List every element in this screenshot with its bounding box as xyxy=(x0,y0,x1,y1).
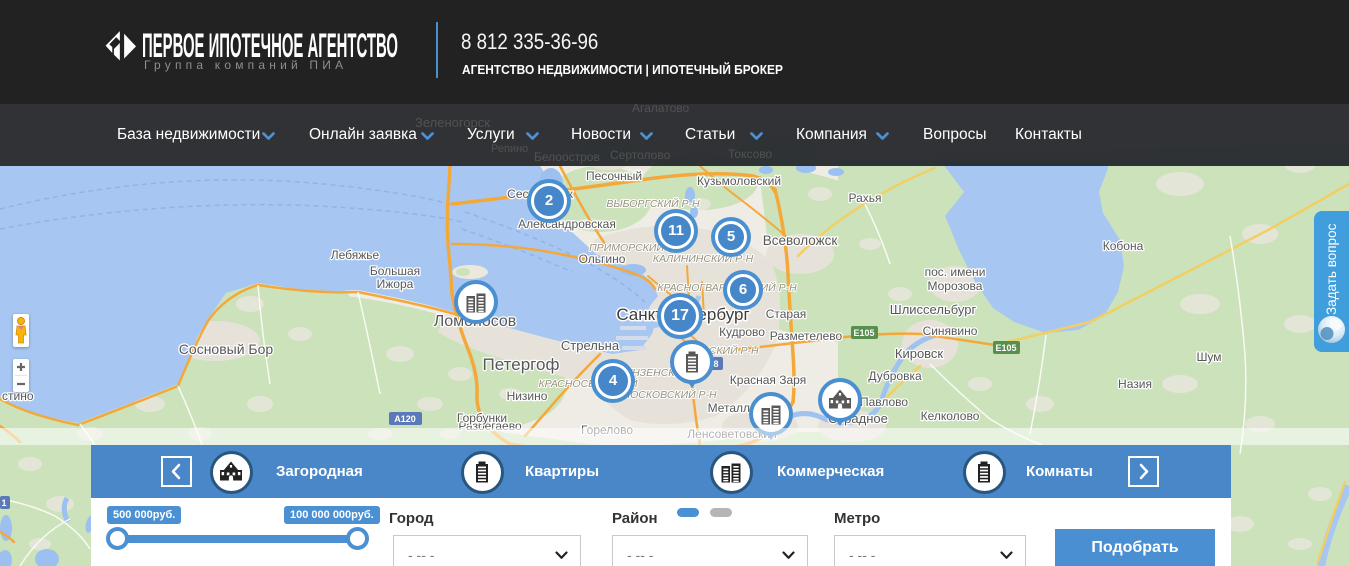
svg-text:Морозова: Морозова xyxy=(928,279,983,293)
svg-text:Е105: Е105 xyxy=(853,328,874,338)
svg-text:Синявино: Синявино xyxy=(923,324,978,338)
svg-text:1: 1 xyxy=(1,498,6,508)
svg-text:Горбунки: Горбунки xyxy=(457,411,507,425)
svg-text:Красная Заря: Красная Заря xyxy=(730,373,806,387)
svg-text:Старая: Старая xyxy=(766,307,807,321)
svg-text:Павлово: Павлово xyxy=(860,395,908,409)
svg-text:КАЛИНИНСКИЙ Р-Н: КАЛИНИНСКИЙ Р-Н xyxy=(653,252,754,265)
svg-text:Кузьмоловский: Кузьмоловский xyxy=(697,174,781,188)
svg-text:Низино: Низино xyxy=(507,389,548,403)
svg-text:Шлиссельбург: Шлиссельбург xyxy=(890,302,977,317)
svg-text:Песочный: Песочный xyxy=(586,169,642,183)
svg-text:А120: А120 xyxy=(394,414,416,424)
svg-text:Ольгино: Ольгино xyxy=(579,252,626,266)
svg-text:Назия: Назия xyxy=(1118,377,1152,391)
svg-text:Дубровка: Дубровка xyxy=(868,369,922,383)
svg-text:Кудрово: Кудрово xyxy=(719,325,765,339)
svg-text:пос. имени: пос. имени xyxy=(925,265,986,279)
svg-text:Стрельна: Стрельна xyxy=(561,338,620,353)
svg-text:Келколово: Келколово xyxy=(921,409,980,423)
svg-text:8: 8 xyxy=(713,359,718,369)
svg-text:Всеволожск: Всеволожск xyxy=(763,233,838,248)
svg-text:Кобона: Кобона xyxy=(1103,239,1144,253)
svg-text:Лебяжье: Лебяжье xyxy=(331,248,380,262)
svg-text:Большая: Большая xyxy=(370,264,420,278)
svg-text:Разметелево: Разметелево xyxy=(770,329,843,343)
svg-text:Кировск: Кировск xyxy=(895,346,944,361)
svg-text:Сосновый Бор: Сосновый Бор xyxy=(179,341,274,357)
svg-text:Петергоф: Петергоф xyxy=(483,355,560,374)
svg-text:Рахья: Рахья xyxy=(848,191,881,205)
svg-text:ВЫБОРГСКИЙ Р-Н: ВЫБОРГСКИЙ Р-Н xyxy=(606,197,700,210)
svg-text:Шум: Шум xyxy=(1196,350,1221,364)
svg-text:Ижора: Ижора xyxy=(377,277,414,291)
svg-text:Е105: Е105 xyxy=(995,343,1016,353)
svg-text:Александровская: Александровская xyxy=(518,217,616,231)
